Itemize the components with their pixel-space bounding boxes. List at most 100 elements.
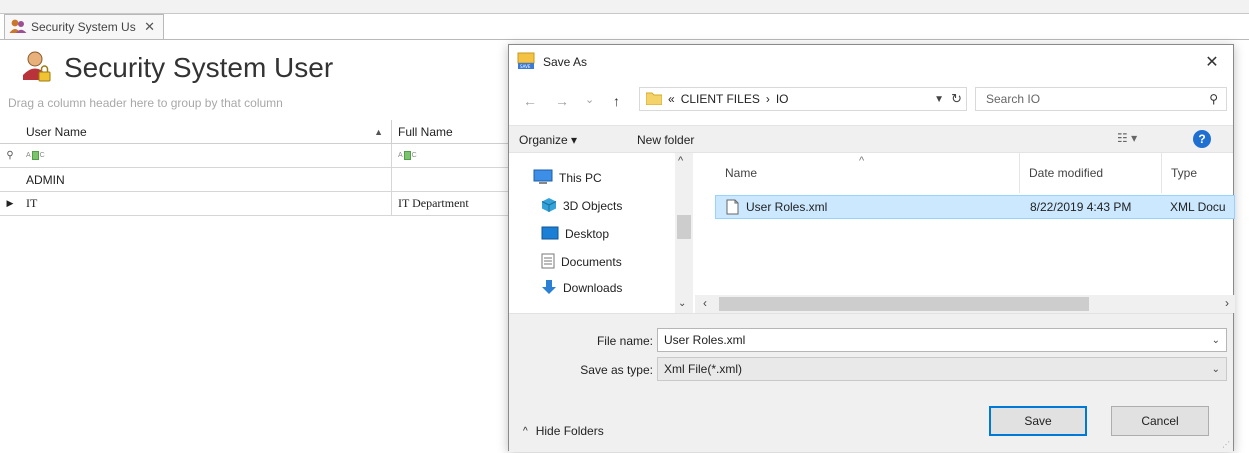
tab-divider (0, 39, 1249, 40)
nav-item-documents[interactable]: Documents (541, 251, 622, 273)
search-input[interactable]: Search IO (986, 92, 1040, 106)
cell-full-name[interactable] (392, 168, 520, 191)
nav-item-downloads[interactable]: Downloads (541, 277, 622, 299)
navigation-bar: ← → ⌄ ↑ « CLIENT FILES › IO ▼ ↻ Search I… (509, 79, 1233, 125)
address-dropdown-icon[interactable]: ▼ (934, 94, 944, 105)
scroll-thumb[interactable] (719, 297, 1089, 311)
change-view-icon[interactable]: ☷ ▾ (1117, 131, 1137, 145)
dialog-titlebar[interactable]: SAVE Save As (509, 45, 1233, 79)
cancel-button[interactable]: Cancel (1111, 406, 1209, 436)
save-as-icon: SAVE (517, 52, 535, 73)
save-type-select[interactable]: Xml File(*.xml) ⌄ (657, 357, 1227, 381)
nav-item-desktop[interactable]: Desktop (541, 223, 609, 245)
group-by-panel[interactable]: Drag a column header here to group by th… (8, 96, 283, 110)
save-type-value[interactable]: Xml File(*.xml) (664, 362, 742, 376)
search-icon[interactable]: ⚲ (1209, 92, 1218, 106)
file-type: XML Docu (1170, 200, 1226, 214)
up-arrow-icon[interactable]: ↑ (613, 93, 620, 109)
column-header-date-modified[interactable]: Date modified (1029, 153, 1159, 193)
file-row[interactable]: User Roles.xml 8/22/2019 4:43 PM XML Doc… (715, 195, 1235, 219)
column-header-name[interactable]: Name ^ (725, 153, 1015, 193)
filter-pin-icon: ⚲ (6, 150, 14, 161)
file-name-value[interactable]: User Roles.xml (664, 333, 745, 347)
cube-icon (541, 197, 557, 216)
desktop-icon (541, 226, 559, 243)
nav-item-label: This PC (559, 171, 602, 185)
page-title: Security System User (64, 52, 334, 83)
cell-full-name[interactable]: IT Department (392, 192, 520, 215)
column-header-label: Full Name (398, 124, 453, 139)
download-arrow-icon (541, 279, 557, 298)
svg-text:SAVE: SAVE (520, 64, 531, 69)
scroll-down-icon[interactable]: ⌄ (678, 298, 686, 309)
search-box[interactable]: Search IO ⚲ (975, 87, 1227, 111)
organize-menu-button[interactable]: Organize ▾ (519, 133, 577, 147)
forward-arrow-icon[interactable]: → (555, 93, 569, 109)
focused-row-arrow-icon: ▶ (6, 198, 14, 208)
file-list-hscrollbar[interactable]: ‹ › (695, 295, 1235, 313)
folder-icon (645, 91, 663, 108)
file-list-pane: Name ^ Date modified Type User Roles.xml… (695, 153, 1235, 313)
nav-item-label: 3D Objects (563, 199, 623, 213)
scroll-thumb[interactable] (677, 215, 691, 239)
address-prefix: « (668, 92, 675, 106)
file-name-label: File name: (596, 334, 653, 348)
save-button[interactable]: Save (989, 406, 1087, 436)
top-strip (0, 0, 1249, 14)
nav-item-3d-objects[interactable]: 3D Objects (541, 195, 622, 217)
close-dialog-icon[interactable]: ✕ (1201, 51, 1223, 73)
documents-icon (541, 253, 555, 272)
users-icon (9, 18, 27, 37)
column-header-user-name[interactable]: User Name ▲ (20, 120, 392, 143)
scroll-right-icon[interactable]: › (1225, 296, 1229, 310)
cell-user-name[interactable]: ADMIN (20, 168, 392, 191)
help-icon[interactable]: ? (1193, 130, 1211, 148)
close-tab-icon[interactable]: ✕ (144, 19, 155, 35)
table-row[interactable]: ADMIN (0, 168, 520, 192)
cell-user-name[interactable]: IT (20, 192, 392, 215)
hide-folders-button[interactable]: ^ Hide Folders (523, 424, 604, 438)
breadcrumb-io[interactable]: IO (776, 92, 789, 106)
nav-item-label: Desktop (565, 227, 610, 241)
resize-grip-icon[interactable]: ⋰ (1222, 440, 1230, 449)
save-options-panel: File name: User Roles.xml ⌄ Save as type… (509, 313, 1233, 452)
file-date-modified: 8/22/2019 4:43 PM (1030, 200, 1132, 214)
nav-item-this-pc[interactable]: This PC (533, 167, 602, 189)
new-folder-button[interactable]: New folder (637, 133, 694, 147)
filter-cell-user-name[interactable]: AC (20, 144, 392, 167)
breadcrumb-client-files[interactable]: CLIENT FILES (681, 92, 760, 106)
security-user-icon (18, 50, 52, 87)
navigation-pane: This PC 3D Objects Desktop Documents Dow… (509, 153, 693, 313)
save-as-dialog: SAVE Save As ✕ ← → ⌄ ↑ « CLIENT FILES › … (508, 44, 1235, 452)
file-name: User Roles.xml (746, 200, 828, 214)
users-grid: User Name ▲ Full Name ⚲ AC AC ADMIN ▶ IT… (0, 120, 520, 216)
table-row[interactable]: ▶ IT IT Department (0, 192, 520, 216)
recent-locations-icon[interactable]: ⌄ (585, 93, 594, 106)
column-header-type[interactable]: Type (1171, 153, 1231, 193)
row-indicator (0, 168, 20, 191)
hide-folders-label: Hide Folders (535, 424, 604, 438)
file-name-field[interactable]: User Roles.xml ⌄ (657, 328, 1227, 352)
nav-pane-scrollbar[interactable]: ^ ⌄ (675, 153, 693, 313)
text-filter-icon: AC (26, 151, 45, 160)
address-bar[interactable]: « CLIENT FILES › IO ▼ ↻ (639, 87, 967, 111)
column-header-full-name[interactable]: Full Name (392, 120, 520, 143)
chevron-up-icon: ^ (523, 425, 528, 437)
chevron-down-icon[interactable]: ⌄ (1212, 364, 1220, 375)
save-type-label: Save as type: (580, 363, 653, 377)
refresh-icon[interactable]: ↻ (951, 91, 962, 107)
grid-header-row: User Name ▲ Full Name (0, 120, 520, 144)
scroll-left-icon[interactable]: ‹ (703, 296, 707, 310)
sort-chevron-icon: ^ (859, 155, 865, 167)
scroll-up-icon[interactable]: ^ (678, 155, 683, 167)
filter-cell-full-name[interactable]: AC (392, 144, 520, 167)
back-arrow-icon[interactable]: ← (523, 93, 537, 109)
column-separator[interactable] (1161, 153, 1162, 193)
nav-item-label: Documents (561, 255, 622, 269)
chevron-down-icon[interactable]: ⌄ (1212, 335, 1220, 346)
computer-icon (533, 169, 553, 188)
column-separator[interactable] (1019, 153, 1020, 193)
document-tab[interactable]: Security System Us ✕ (4, 14, 164, 39)
text-filter-icon: AC (398, 151, 417, 160)
file-icon (726, 196, 739, 218)
